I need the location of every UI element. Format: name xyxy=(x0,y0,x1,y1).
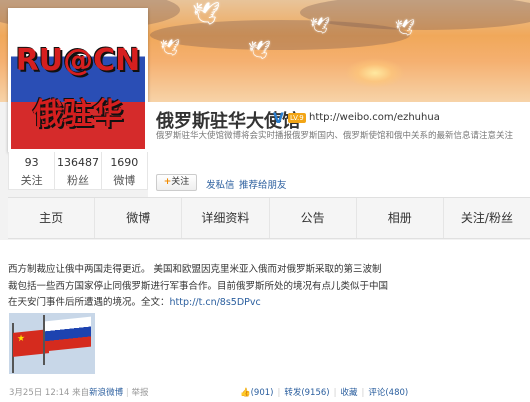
divider: | xyxy=(333,388,337,398)
divider: | xyxy=(277,388,281,398)
favorite-button[interactable]: 收藏 xyxy=(340,388,357,398)
stat-followers-label: 粉丝 xyxy=(66,174,89,187)
report-link[interactable]: 举报 xyxy=(131,388,148,398)
post-text: 西方制裁应让俄中两国走得更近。 美国和欧盟因克里米亚入俄而对俄罗斯采取的第三波制… xyxy=(8,262,448,312)
avatar[interactable]: RU@CN 俄驻华 xyxy=(8,8,148,152)
post-source-prefix: 来自 xyxy=(72,388,90,398)
dove-icon: 🕊 xyxy=(192,2,220,27)
avatar-text-ru-cn: RU@CN xyxy=(15,43,141,78)
post-image-flags[interactable]: ★ xyxy=(9,313,95,374)
divider: | xyxy=(361,388,365,398)
tab-home[interactable]: 主页 xyxy=(8,198,96,238)
profile-stats: 93 关注 136487 粉丝 1690 微博 xyxy=(8,152,148,190)
tab-details[interactable]: 详细资料 xyxy=(182,198,270,238)
stat-following-count: 93 xyxy=(24,156,39,169)
post-source[interactable]: 新浪微博 xyxy=(89,388,123,398)
tab-weibo[interactable]: 微博 xyxy=(95,198,183,238)
dove-icon: 🕊 xyxy=(160,38,181,57)
vip-badge[interactable]: LV.9 xyxy=(288,113,306,123)
divider: | xyxy=(125,388,129,398)
comment-button[interactable]: 评论(480) xyxy=(368,388,408,398)
post-text-line: 在天安门事件后所遭遇的境况。全文： xyxy=(8,297,170,308)
stat-followers[interactable]: 136487 粉丝 xyxy=(55,152,102,189)
post-link[interactable]: http://t.cn/8s5DPvc xyxy=(170,297,261,308)
star-icon: ★ xyxy=(17,333,26,345)
stat-posts-count: 1690 xyxy=(110,156,139,169)
feed: 西方制裁应让俄中两国走得更近。 美国和欧盟因克里米亚入俄而对俄罗斯采取的第三波制… xyxy=(0,240,530,402)
dove-icon: 🕊 xyxy=(395,18,416,37)
tab-follow-fans[interactable]: 关注/粉丝 xyxy=(444,198,530,238)
russia-flag xyxy=(45,316,91,352)
post-text-line-with-link: 在天安门事件后所遭遇的境况。全文：http://t.cn/8s5DPvc xyxy=(8,295,448,312)
tab-announcements[interactable]: 公告 xyxy=(270,198,357,238)
repost-button[interactable]: 转发(9156) xyxy=(284,388,329,398)
avatar-text-chinese: 俄驻华 xyxy=(33,97,123,132)
post-date[interactable]: 3月25日 12:14 xyxy=(9,388,69,398)
post-text-line: 裁包括一些西方国家停止同俄罗斯进行军事合作。目前俄罗斯所处的境况有点儿类似于中国 xyxy=(8,280,389,292)
post-text-line: 西方制裁应让俄中两国走得更近。 美国和欧盟因克里米亚入俄而对俄罗斯采取的第三波制 xyxy=(8,264,382,275)
stat-following-label: 关注 xyxy=(20,174,43,187)
banner-sun xyxy=(345,58,405,88)
follow-button[interactable]: +关注 xyxy=(156,174,197,191)
dove-icon: 🕊 xyxy=(310,16,331,35)
like-icon[interactable]: 👍 xyxy=(240,388,251,398)
stat-posts-label: 微博 xyxy=(113,174,136,187)
profile-info-panel: 俄罗斯驻华大使馆 V LV.9 http://weibo.com/ezhuhua… xyxy=(148,102,530,197)
profile-url[interactable]: http://weibo.com/ezhuhua xyxy=(309,112,440,123)
stat-followers-count: 136487 xyxy=(56,156,99,169)
recommend-link[interactable]: 推荐给朋友 xyxy=(239,177,287,191)
profile-description: 俄罗斯驻华大使馆微博将会实时播报俄罗斯国内、俄罗斯使馆和俄中关系的最新信息请注意… xyxy=(156,131,514,141)
follow-button-label: 关注 xyxy=(171,177,190,187)
send-message-link[interactable]: 发私信 xyxy=(206,177,235,191)
tab-album[interactable]: 相册 xyxy=(357,198,444,238)
profile-tabs: 主页 微博 详细资料 公告 相册 关注/粉丝 xyxy=(8,197,530,239)
post-actions: 👍(901) | 转发(9156) | 收藏 | 评论(480) xyxy=(240,386,408,398)
post-meta: 3月25日 12:14 来自新浪微博 | 举报 xyxy=(9,386,148,398)
dove-icon: 🕊 xyxy=(248,40,271,61)
verified-icon[interactable]: V xyxy=(273,111,284,127)
like-count[interactable]: (901) xyxy=(251,388,274,398)
stat-following[interactable]: 93 关注 xyxy=(9,152,56,189)
stat-posts[interactable]: 1690 微博 xyxy=(102,152,147,189)
